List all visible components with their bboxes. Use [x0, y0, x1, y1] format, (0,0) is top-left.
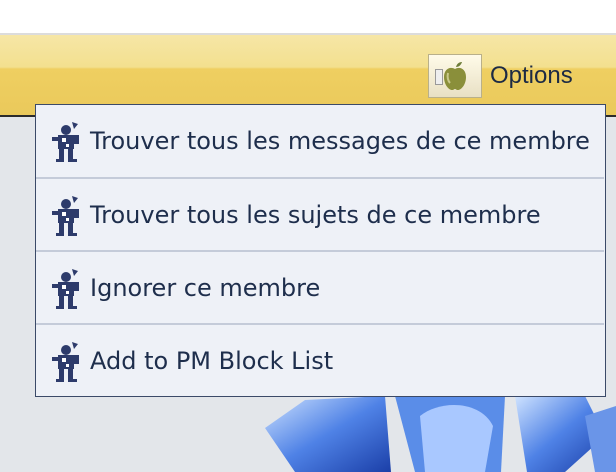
menu-item-ignore-member[interactable]: Ignorer ce membre: [36, 252, 604, 324]
apple-icon: [428, 54, 482, 98]
menu-item-find-messages[interactable]: Trouver tous les messages de ce membre: [36, 105, 604, 177]
menu-item-label: Trouver tous les messages de ce membre: [90, 127, 590, 155]
member-figure-icon: [52, 196, 79, 236]
menu-item-find-topics[interactable]: Trouver tous les sujets de ce membre: [36, 179, 604, 251]
options-label: Options: [490, 62, 573, 89]
member-options-menu: Trouver tous les messages de ce membre T…: [35, 104, 606, 397]
member-figure-icon: [52, 342, 79, 382]
menu-item-label: Ignorer ce membre: [90, 274, 321, 302]
menu-item-add-pm-block[interactable]: Add to PM Block List: [36, 325, 604, 397]
menu-item-label: Add to PM Block List: [90, 347, 334, 375]
menu-item-label: Trouver tous les sujets de ce membre: [90, 201, 541, 229]
decorative-graphic: [265, 396, 616, 472]
member-figure-icon: [52, 269, 79, 309]
page-top-area: [0, 0, 616, 33]
options-button[interactable]: Options: [428, 53, 598, 99]
member-figure-icon: [52, 122, 79, 162]
